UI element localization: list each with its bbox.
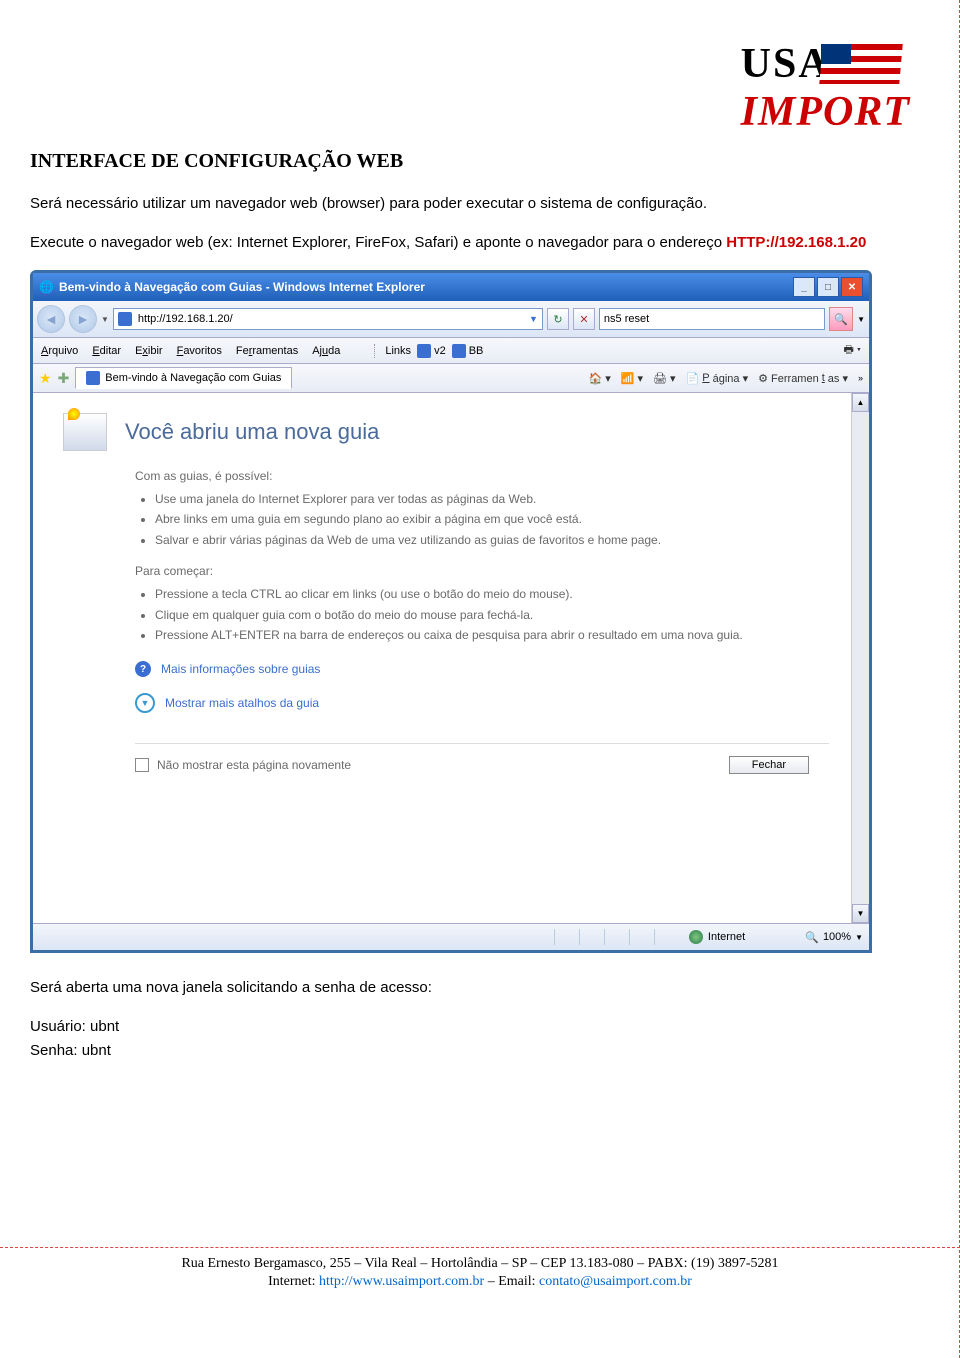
close-page-button[interactable]: Fechar [729, 756, 809, 774]
ie-icon [417, 344, 431, 358]
logo-text-usa: USA [741, 40, 831, 88]
page-footer: Rua Ernesto Bergamasco, 255 – Vila Real … [0, 1247, 960, 1290]
menu-exibir[interactable]: Exibir [135, 345, 163, 357]
tools-menu[interactable]: ⚙ Ferramentas ▾ [758, 372, 848, 385]
refresh-button[interactable]: ↻ [547, 308, 569, 330]
minimize-button[interactable]: _ [793, 277, 815, 297]
nav-dropdown-icon[interactable]: ▼ [101, 315, 109, 324]
flag-icon [821, 44, 901, 84]
dont-show-label: Não mostrar esta página novamente [157, 758, 351, 772]
stop-button[interactable]: ✕ [573, 308, 595, 330]
address-dropdown-icon[interactable]: ▼ [529, 314, 538, 324]
address-input[interactable] [136, 312, 529, 326]
bullet-item: Pressione ALT+ENTER na barra de endereço… [155, 625, 829, 645]
menu-ferramentas[interactable]: Ferramentas [236, 345, 298, 357]
menu-favoritos[interactable]: Favoritos [177, 345, 222, 357]
paragraph-2: Execute o navegador web (ex: Internet Ex… [30, 232, 930, 255]
menu-bar: Arquivo Editar Exibir Favoritos Ferramen… [33, 338, 869, 364]
back-button[interactable]: ◄ [37, 305, 65, 333]
section-title-1: Com as guias, é possível: [135, 469, 829, 483]
bullet-item: Abre links em uma guia em segundo plano … [155, 509, 829, 529]
scroll-down-icon[interactable]: ▼ [852, 904, 869, 923]
help-icon: ? [135, 661, 151, 677]
page-heading: INTERFACE DE CONFIGURAÇÃO WEB [30, 150, 930, 173]
add-favorite-icon[interactable]: ✚ [58, 370, 70, 387]
footer-website-link[interactable]: http://www.usaimport.com.br [319, 1274, 484, 1289]
page-icon [118, 312, 132, 326]
search-input[interactable]: ns5 reset [599, 308, 825, 330]
paragraph-1: Será necessário utilizar um navegador we… [30, 193, 930, 216]
link-more-info[interactable]: Mais informações sobre guias [161, 662, 320, 676]
bullet-item: Pressione a tecla CTRL ao clicar em link… [155, 584, 829, 604]
maximize-button[interactable]: □ [817, 277, 839, 297]
window-titlebar: 🌐 Bem-vindo à Navegação com Guias - Wind… [33, 273, 869, 301]
browser-viewport: ▲ ▼ Você abriu uma nova guia Com as guia… [33, 393, 869, 923]
paragraph-3: Será aberta uma nova janela solicitando … [30, 977, 930, 1000]
window-title: Bem-vindo à Navegação com Guias - Window… [59, 280, 425, 294]
encoding-button[interactable]: 🖶 ▾ [843, 341, 861, 360]
scroll-up-icon[interactable]: ▲ [852, 393, 869, 412]
zone-label: Internet [708, 931, 745, 943]
feed-button[interactable]: 📶 ▾ [621, 372, 643, 385]
search-dropdown-icon[interactable]: ▼ [857, 315, 865, 324]
tab-bar: ★ ✚ Bem-vindo à Navegação com Guias 🏠 ▾ … [33, 364, 869, 393]
forward-button[interactable]: ► [69, 305, 97, 333]
address-bar[interactable]: ▼ [113, 308, 543, 330]
favorites-star-icon[interactable]: ★ [39, 370, 52, 387]
home-button[interactable]: 🏠 ▾ [588, 372, 610, 385]
link-more-shortcuts[interactable]: Mostrar mais atalhos da guia [165, 696, 319, 710]
dont-show-checkbox[interactable] [135, 758, 149, 772]
section-title-2: Para começar: [135, 564, 829, 578]
menu-editar[interactable]: Editar [92, 345, 121, 357]
tab-active[interactable]: Bem-vindo à Navegação com Guias [75, 367, 292, 389]
footer-email-link[interactable]: contato@usaimport.com.br [539, 1274, 692, 1289]
content-title: Você abriu uma nova guia [125, 419, 379, 445]
bullet-item: Clique em qualquer guia com o botão do m… [155, 605, 829, 625]
ie-window: 🌐 Bem-vindo à Navegação com Guias - Wind… [30, 270, 872, 953]
scrollbar[interactable]: ▲ ▼ [851, 393, 869, 923]
logo-text-import: IMPORT [741, 88, 910, 136]
ie-icon [86, 371, 100, 385]
menu-arquivo[interactable]: Arquivo [41, 345, 78, 357]
new-tab-icon [63, 413, 107, 451]
links-label: Links [385, 345, 411, 357]
logo: USA IMPORT [741, 40, 910, 136]
credential-pass: Senha: ubnt [30, 1040, 930, 1063]
menu-ajuda[interactable]: Ajuda [312, 345, 340, 357]
link-v2[interactable]: v2 [417, 344, 446, 358]
url-highlight: HTTP://192.168.1.20 [726, 234, 866, 251]
footer-address: Rua Ernesto Bergamasco, 255 – Vila Real … [0, 1256, 960, 1272]
chevron-icon[interactable]: » [858, 373, 863, 383]
close-button[interactable]: ✕ [841, 277, 863, 297]
print-button[interactable]: 🖨 ▾ [653, 372, 676, 385]
ie-icon [452, 344, 466, 358]
bullet-item: Use uma janela do Internet Explorer para… [155, 489, 829, 509]
globe-icon [689, 930, 703, 944]
arrow-down-icon: ▼ [135, 693, 155, 713]
status-bar: Internet 🔍100%▼ [33, 923, 869, 950]
link-bb[interactable]: BB [452, 344, 484, 358]
nav-bar: ◄ ► ▼ ▼ ↻ ✕ ns5 reset 🔍 ▼ [33, 301, 869, 338]
zoom-control[interactable]: 🔍100%▼ [805, 931, 863, 944]
bullet-item: Salvar e abrir várias páginas da Web de … [155, 530, 829, 550]
search-button[interactable]: 🔍 [829, 307, 853, 331]
zoom-icon: 🔍 [805, 931, 819, 944]
credential-user: Usuário: ubnt [30, 1016, 930, 1039]
ie-icon: 🌐 [39, 280, 54, 294]
page-menu[interactable]: 📄 Página ▾ [686, 372, 749, 385]
